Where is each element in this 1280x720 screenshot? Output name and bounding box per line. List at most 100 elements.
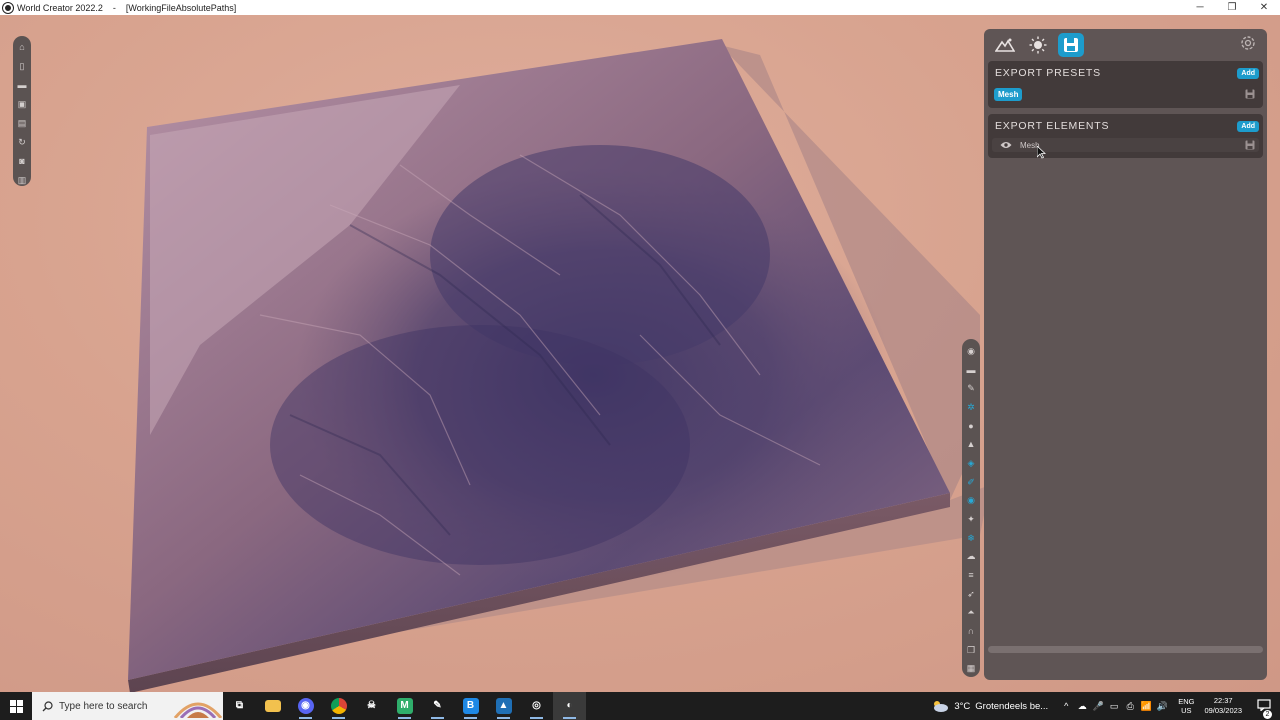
gimp-icon: ✎ <box>433 700 442 711</box>
tool-strip: ◉ ▬ ✎ ✲ ● ▲ ◈ ✐ ◉ ✦ ❄ ☁ ≡ ➶ ⏶ ∩ ❐ ▦ <box>962 339 980 677</box>
task-view-button[interactable]: ⧉ <box>223 692 256 720</box>
start-button[interactable] <box>0 692 32 720</box>
gimp-button[interactable]: ✎ <box>421 692 454 720</box>
paint-icon[interactable]: ✐ <box>964 474 978 491</box>
eye-icon[interactable]: ◉ <box>964 492 978 509</box>
title-separator: - <box>112 2 116 13</box>
export-icon[interactable]: ▥ <box>16 173 28 187</box>
open-folder-icon[interactable]: ▬ <box>16 78 28 92</box>
visibility-eye-icon[interactable] <box>1000 141 1012 149</box>
3d-viewport[interactable]: ⌂ ▯ ▬ ▣ ▤ ↻ ◙ ▥ ◉ ▬ ✎ ✲ ● ▲ ◈ ✐ ◉ ✦ ❄ ☁ … <box>0 15 1280 692</box>
gear-node-icon[interactable]: ✲ <box>964 399 978 416</box>
photos-button[interactable]: ▲ <box>487 692 520 720</box>
preset-mesh[interactable]: Mesh <box>994 87 1023 101</box>
language-indicator[interactable]: ENG US <box>1178 697 1194 715</box>
network-icon[interactable]: 📶 <box>1138 701 1154 712</box>
export-element-row[interactable]: Mesh <box>992 138 1259 152</box>
refresh-icon[interactable]: ↻ <box>16 135 28 149</box>
target-icon[interactable]: ◉ <box>964 343 978 360</box>
skull-app-button[interactable]: ☠ <box>355 692 388 720</box>
chrome-button[interactable] <box>322 692 355 720</box>
window-controls: ─ ❐ ✕ <box>1184 0 1280 15</box>
preset-row[interactable]: Mesh <box>992 86 1259 102</box>
m-app-button[interactable]: M <box>388 692 421 720</box>
snowflake-icon[interactable]: ❄ <box>964 530 978 547</box>
onedrive-icon[interactable]: ☁ <box>1074 701 1090 712</box>
mountain-icon[interactable]: ▲ <box>964 436 978 453</box>
save-icon[interactable]: ▣ <box>16 97 28 111</box>
recorder-button[interactable]: ◎ <box>520 692 553 720</box>
arch-icon[interactable]: ∩ <box>964 623 978 640</box>
printer-icon[interactable]: ⎙ <box>1122 701 1138 712</box>
language-code: ENG <box>1178 697 1195 706</box>
save-preset-icon[interactable] <box>1245 89 1255 99</box>
new-file-icon[interactable]: ▯ <box>16 59 28 73</box>
rocket-icon[interactable]: ➶ <box>964 586 978 603</box>
save-as-icon[interactable]: ▤ <box>16 116 28 130</box>
discord-icon: ◉ <box>297 698 314 714</box>
settings-button[interactable] <box>1239 34 1257 57</box>
mouse-cursor-icon <box>1037 146 1046 159</box>
tray-overflow-icon[interactable]: ^ <box>1058 701 1074 711</box>
windows-logo-icon <box>9 699 23 713</box>
b-app-icon: B <box>462 698 479 714</box>
left-toolbar: ⌂ ▯ ▬ ▣ ▤ ↻ ◙ ▥ <box>13 36 31 186</box>
folder-icon[interactable]: ▬ <box>964 362 978 379</box>
panel-scrollbar[interactable] <box>988 646 1263 653</box>
microphone-icon[interactable]: 🎤 <box>1090 701 1106 712</box>
panel-tabs <box>984 29 1267 61</box>
volume-icon[interactable]: 🔊 <box>1154 701 1170 712</box>
title-bar: World Creator 2022.2 - [WorkingFileAbsol… <box>0 0 1280 15</box>
region-code: US <box>1181 706 1192 715</box>
landscape-icon <box>995 38 1015 52</box>
notification-center-button[interactable]: 2 <box>1254 698 1274 719</box>
search-highlight-art-icon <box>173 702 223 718</box>
export-panel: EXPORT PRESETS Add Mesh EXPORT ELEMENTS … <box>984 29 1267 680</box>
lines-icon[interactable]: ≡ <box>964 567 978 584</box>
tab-lighting[interactable] <box>1025 33 1051 57</box>
home-icon[interactable]: ⌂ <box>16 40 28 54</box>
save-element-icon[interactable] <box>1245 140 1255 150</box>
export-presets-section: EXPORT PRESETS Add Mesh <box>988 61 1263 108</box>
folder-app-icon <box>264 700 281 712</box>
sparkle-icon[interactable]: ✦ <box>964 511 978 528</box>
b-app-button[interactable]: B <box>454 692 487 720</box>
system-tray: 3°C Grotendeels be... ^ ☁ 🎤 ▭ ⎙ 📶 🔊 ENG … <box>931 692 1280 720</box>
search-icon <box>42 700 53 711</box>
discord-button[interactable]: ◉ <box>289 692 322 720</box>
task-view-icon: ⧉ <box>235 700 244 711</box>
weather-desc: Grotendeels be... <box>975 700 1049 712</box>
sun-icon <box>1029 36 1047 54</box>
photos-icon: ▲ <box>495 698 512 714</box>
world-creator-icon: ◐ <box>566 700 573 711</box>
search-placeholder: Type here to search <box>59 700 148 712</box>
m-app-icon: M <box>396 698 413 714</box>
file-explorer-button[interactable] <box>256 692 289 720</box>
world-creator-taskbar-button[interactable]: ◐ <box>553 692 586 720</box>
drop-icon[interactable]: ● <box>964 418 978 435</box>
tab-export[interactable] <box>1058 33 1084 57</box>
camera-icon[interactable]: ◙ <box>16 154 28 168</box>
clock-date: 09/03/2023 <box>1204 706 1242 715</box>
layers-icon[interactable]: ◈ <box>964 455 978 472</box>
terrain-icon[interactable]: ⏶ <box>964 604 978 621</box>
cloud-icon[interactable]: ☁ <box>964 548 978 565</box>
minimize-button[interactable]: ─ <box>1184 0 1216 15</box>
add-element-button[interactable]: Add <box>1237 120 1259 132</box>
weather-temp: 3°C <box>954 700 971 712</box>
chart-icon[interactable]: ▦ <box>964 660 978 677</box>
restore-button[interactable]: ❐ <box>1216 0 1248 15</box>
weather-cloud-icon <box>934 701 949 712</box>
display-icon[interactable]: ▭ <box>1106 701 1122 712</box>
brush-icon[interactable]: ✎ <box>964 380 978 397</box>
add-preset-button[interactable]: Add <box>1237 67 1259 79</box>
notification-icon <box>1257 698 1271 712</box>
copy-icon[interactable]: ❐ <box>964 642 978 659</box>
close-button[interactable]: ✕ <box>1248 0 1280 15</box>
weather-widget[interactable]: 3°C Grotendeels be... <box>931 699 1048 713</box>
document-title: [WorkingFileAbsolutePaths] <box>125 2 237 13</box>
tab-terrain[interactable] <box>992 33 1018 57</box>
world-creator-logo-icon <box>3 2 13 13</box>
clock[interactable]: 22:37 09/03/2023 <box>1204 696 1242 716</box>
taskbar-search[interactable]: Type here to search <box>32 692 223 720</box>
